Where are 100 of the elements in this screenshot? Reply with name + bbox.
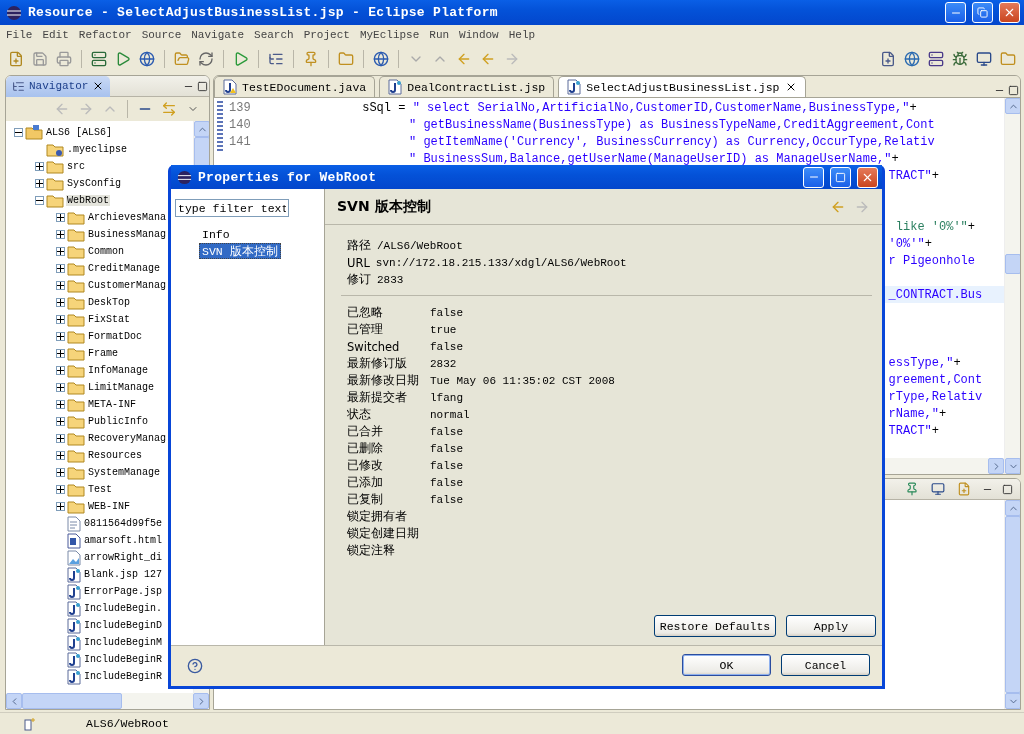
refresh-icon[interactable] [196,49,216,69]
tree-item[interactable]: IncludeBeginR [83,654,163,665]
menu-item[interactable]: Search [250,29,300,41]
menu-item[interactable]: Run [425,29,456,41]
editor-tab[interactable]: TestEDocument.java [214,76,376,97]
close-button[interactable] [999,2,1020,23]
expand-toggle[interactable] [56,247,65,256]
editor-tab[interactable]: SelectAdjustBusinessList.jsp [558,76,806,97]
restore-button[interactable] [972,2,993,23]
expand-toggle[interactable] [56,485,65,494]
tree-item[interactable]: Blank.jsp 127 [83,569,163,580]
tree-item[interactable]: Frame [87,348,119,359]
tree-item[interactable]: ArchievesMana [87,212,167,223]
expand-toggle[interactable] [56,281,65,290]
tree-item[interactable]: PublicInfo [87,416,149,427]
page-item[interactable]: Info [199,227,233,243]
folder-icon [67,499,85,514]
tree-item[interactable]: META-INF [87,399,137,410]
menu-item[interactable]: Project [299,29,356,41]
property-label: 锁定创建日期 [347,526,420,541]
editor-tab[interactable]: DealContractList.jsp [379,76,555,97]
menu-item[interactable]: Refactor [74,29,138,41]
expand-toggle[interactable] [56,400,65,409]
expand-toggle[interactable] [56,230,65,239]
tree-item[interactable]: ALS6 [ALS6] [45,127,113,138]
tree-item[interactable]: .myeclipse [66,144,128,155]
tree-item[interactable]: SysConfig [66,178,122,189]
minimize-button[interactable] [803,166,824,188]
vertical-scrollbar[interactable] [1004,98,1020,474]
tree-item[interactable]: IncludeBeginR [83,671,163,682]
tree-item[interactable]: BusinessManag [87,229,167,240]
expand-toggle[interactable] [56,434,65,443]
tree-item[interactable]: WEB-INF [87,501,131,512]
vertical-scrollbar[interactable] [1004,500,1020,709]
tree-item[interactable]: SystemManage [87,467,161,478]
page-button[interactable]: Apply [786,615,876,637]
maximize-icon[interactable] [1000,482,1014,496]
menu-item[interactable]: Help [504,29,542,41]
close-button[interactable] [857,166,878,188]
tree-item[interactable]: IncludeBegin. [83,603,163,614]
globe-icon[interactable] [371,49,391,69]
tree-item[interactable]: amarsoft.html [83,535,163,546]
collapse-toggle[interactable] [14,128,23,137]
expand-toggle[interactable] [56,451,65,460]
expand-toggle[interactable] [35,162,44,171]
tree-item[interactable]: Resources [87,450,143,461]
expand-toggle[interactable] [56,298,65,307]
globe-icon[interactable] [137,49,157,69]
expand-toggle[interactable] [56,502,65,511]
server-icon[interactable] [89,49,109,69]
expand-toggle[interactable] [56,264,65,273]
menu-item[interactable]: Window [455,29,505,41]
expand-toggle[interactable] [56,417,65,426]
expand-toggle[interactable] [56,213,65,222]
expand-toggle[interactable] [56,315,65,324]
window-icon[interactable] [974,49,994,69]
minimize-button[interactable] [945,2,966,23]
page-item[interactable]: SVN 版本控制 [199,243,281,259]
tree-item[interactable]: IncludeBeginM [83,637,163,648]
tree-item[interactable]: RecoveryManag [87,433,167,444]
page-button[interactable]: Restore Defaults [654,615,776,637]
menu-item[interactable]: File [2,29,39,41]
menu-item[interactable]: Edit [38,29,75,41]
tree-item[interactable]: CustomerManag [87,280,167,291]
expand-toggle[interactable] [35,179,44,188]
scroll-thumb[interactable] [1005,254,1020,274]
tree-item[interactable]: ErrorPage.jsp [83,586,163,597]
collapse-toggle[interactable] [35,196,44,205]
expand-toggle[interactable] [56,349,65,358]
tree-item[interactable]: 0811564d99f5e [83,518,163,529]
dialog-button[interactable]: Cancel [781,654,870,676]
navigator-tab[interactable]: Navigator [6,76,111,97]
tree-item[interactable]: CreditManage [87,263,161,274]
menu-item[interactable]: Source [137,29,188,41]
tree-item[interactable]: arrowRight_di [83,552,163,563]
tree-item[interactable]: LimitManage [87,382,155,393]
tree-item[interactable]: Test [87,484,113,495]
tree-item[interactable]: WebRoot [66,195,110,206]
scroll-thumb[interactable] [1005,516,1020,693]
tree-item[interactable]: src [66,161,86,172]
expand-toggle[interactable] [56,366,65,375]
globe-icon[interactable] [902,49,922,69]
tree-item[interactable]: Common [87,246,125,257]
scroll-thumb[interactable] [22,693,122,709]
maximize-icon[interactable] [195,79,209,93]
help-icon[interactable] [187,658,203,674]
tree-item[interactable]: IncludeBeginD [83,620,163,631]
menu-item[interactable]: MyEclipse [355,29,426,41]
tree-item[interactable]: FixStat [87,314,131,325]
maximize-button[interactable] [830,166,851,188]
dialog-button[interactable]: OK [682,654,771,676]
menu-item[interactable]: Navigate [187,29,251,41]
tree-item[interactable]: DeskTop [87,297,131,308]
maximize-icon[interactable] [1006,83,1020,97]
horizontal-scrollbar[interactable] [6,693,209,709]
expand-toggle[interactable] [56,468,65,477]
expand-toggle[interactable] [56,332,65,341]
tree-item[interactable]: InfoManage [87,365,149,376]
expand-toggle[interactable] [56,383,65,392]
tree-item[interactable]: FormatDoc [87,331,143,342]
